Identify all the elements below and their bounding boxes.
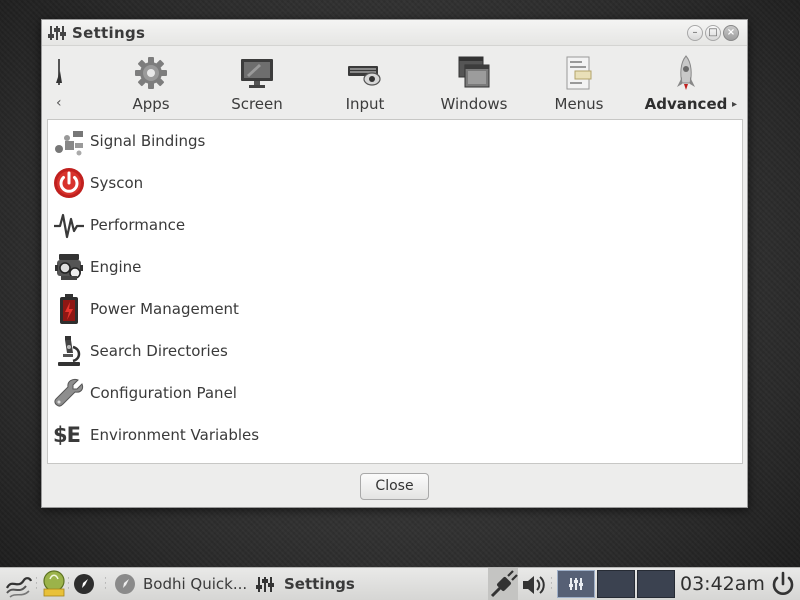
- scroll-right-button[interactable]: ▸: [732, 99, 737, 110]
- workspace-2[interactable]: [597, 570, 635, 598]
- settings-sliders-icon: [48, 26, 66, 40]
- item-label: Syscon: [90, 174, 144, 192]
- title-bar[interactable]: Settings – □ ×: [42, 20, 747, 46]
- tab-screen[interactable]: Screen: [225, 47, 289, 113]
- tab-label: Screen: [231, 95, 283, 113]
- compass-icon: [115, 574, 135, 594]
- volume-icon: [523, 576, 545, 594]
- clock: 03:42am: [680, 573, 765, 595]
- browser-launcher[interactable]: [73, 568, 95, 600]
- task-bodhi-quick[interactable]: Bodhi Quick...: [114, 568, 250, 600]
- category-toolbar: ‹ Apps Screen Input Windows Menus Advanc…: [42, 47, 747, 113]
- partial-tab-icon: [56, 59, 62, 85]
- task-label: Bodhi Quick...: [143, 575, 248, 593]
- bodhi-logo-icon: [6, 577, 33, 598]
- power-icon: [772, 571, 794, 595]
- list-item-performance[interactable]: Performance: [48, 204, 742, 246]
- network-tray-button[interactable]: [488, 568, 518, 600]
- close-button[interactable]: Close: [360, 473, 429, 500]
- workspace-1[interactable]: [557, 570, 595, 598]
- separator: · · ·: [104, 574, 107, 594]
- list-item-syscon[interactable]: Syscon: [48, 162, 742, 204]
- item-label: Signal Bindings: [90, 132, 206, 150]
- list-item-environment-variables[interactable]: $E Environment Variables: [48, 414, 742, 456]
- item-label: Performance: [90, 216, 186, 234]
- tab-menus[interactable]: Menus: [552, 47, 606, 113]
- tab-windows[interactable]: Windows: [438, 47, 510, 113]
- close-window-button[interactable]: ×: [723, 25, 739, 41]
- gear-icon: [135, 57, 167, 89]
- power-icon: [54, 168, 84, 198]
- tab-label: Windows: [440, 95, 508, 113]
- microscope-icon: [58, 336, 81, 366]
- battery-icon: [60, 294, 78, 324]
- tab-label: Apps: [132, 95, 170, 113]
- engine-icon: [55, 254, 83, 280]
- item-label: Search Directories: [90, 342, 228, 360]
- install-icon: [43, 570, 65, 597]
- tab-label: Menus: [554, 95, 604, 113]
- settings-sliders-icon: [569, 578, 583, 590]
- chevron-left-icon: ‹: [56, 95, 62, 111]
- advanced-settings-list: Signal Bindings Syscon Performance Engin…: [47, 119, 743, 464]
- tab-label: Input: [345, 95, 385, 113]
- item-label: Engine: [90, 258, 142, 276]
- task-settings[interactable]: Settings: [255, 568, 365, 600]
- workspace-3[interactable]: [637, 570, 675, 598]
- separator: · · ·: [35, 574, 38, 594]
- monitor-icon: [241, 59, 273, 88]
- list-item-engine[interactable]: Engine: [48, 246, 742, 288]
- window-title: Settings: [72, 24, 146, 42]
- taskbar: · · · · · · · · · Bodhi Quick... Setting…: [0, 567, 800, 600]
- list-item-signal-bindings[interactable]: Signal Bindings: [48, 120, 742, 162]
- wrench-icon: [54, 378, 84, 407]
- settings-window: Settings – □ × ‹ Apps Screen Input Windo…: [41, 19, 748, 508]
- scroll-left-button[interactable]: ‹: [52, 57, 66, 115]
- windows-icon: [458, 56, 490, 88]
- install-launcher[interactable]: [41, 568, 67, 600]
- volume-tray-button[interactable]: [520, 568, 548, 600]
- waveform-icon: [54, 213, 84, 239]
- rocket-icon: [677, 55, 695, 90]
- signal-bindings-icon: [55, 131, 83, 156]
- separator: · · ·: [550, 574, 553, 594]
- tab-advanced[interactable]: Advanced: [642, 47, 730, 113]
- item-label: Environment Variables: [90, 426, 260, 444]
- item-label: Power Management: [90, 300, 239, 318]
- env-vars-icon: $E: [53, 423, 81, 447]
- list-item-search-directories[interactable]: Search Directories: [48, 330, 742, 372]
- task-label: Settings: [284, 575, 355, 593]
- tab-label: Advanced: [644, 95, 728, 113]
- maximize-button[interactable]: □: [705, 25, 721, 41]
- menus-icon: [566, 56, 592, 90]
- shutdown-button[interactable]: [768, 568, 798, 600]
- separator: · · ·: [67, 574, 70, 594]
- tab-apps[interactable]: Apps: [120, 47, 182, 113]
- tab-input[interactable]: Input: [337, 47, 393, 113]
- start-menu-button[interactable]: [4, 568, 34, 600]
- minimize-button[interactable]: –: [687, 25, 703, 41]
- network-plug-icon: [490, 570, 518, 598]
- list-item-configuration-panel[interactable]: Configuration Panel: [48, 372, 742, 414]
- settings-sliders-icon: [256, 577, 274, 592]
- item-label: Configuration Panel: [90, 384, 237, 402]
- keyboard-mouse-icon: [348, 66, 381, 86]
- list-item-power-management[interactable]: Power Management: [48, 288, 742, 330]
- compass-icon: [74, 574, 94, 594]
